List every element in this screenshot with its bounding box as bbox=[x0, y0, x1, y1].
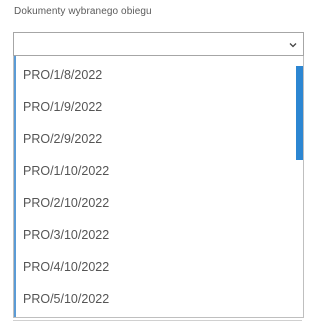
dropdown-option[interactable]: PRO/1/10/2022 bbox=[23, 155, 109, 187]
divider bbox=[13, 320, 302, 321]
dropdown-option[interactable]: PRO/1/8/2022 bbox=[23, 59, 102, 91]
dropdown-option[interactable]: PRO/5/10/2022 bbox=[23, 283, 109, 315]
dropdown-option[interactable]: PRO/4/10/2022 bbox=[23, 251, 109, 283]
field-label: Dokumenty wybranego obiegu bbox=[14, 6, 152, 17]
dropdown-option[interactable]: PRO/2/10/2022 bbox=[23, 187, 109, 219]
document-select[interactable] bbox=[13, 32, 304, 56]
chevron-down-icon[interactable] bbox=[288, 37, 298, 48]
dropdown-option[interactable]: PRO/1/9/2022 bbox=[23, 91, 102, 123]
dropdown-option[interactable]: PRO/2/9/2022 bbox=[23, 123, 102, 155]
dropdown-list[interactable]: PRO/1/8/2022 PRO/1/9/2022 PRO/2/9/2022 P… bbox=[13, 56, 304, 318]
dropdown-focus-line bbox=[14, 56, 16, 317]
scrollbar-thumb[interactable] bbox=[296, 66, 303, 160]
dropdown-option[interactable]: PRO/3/10/2022 bbox=[23, 219, 109, 251]
